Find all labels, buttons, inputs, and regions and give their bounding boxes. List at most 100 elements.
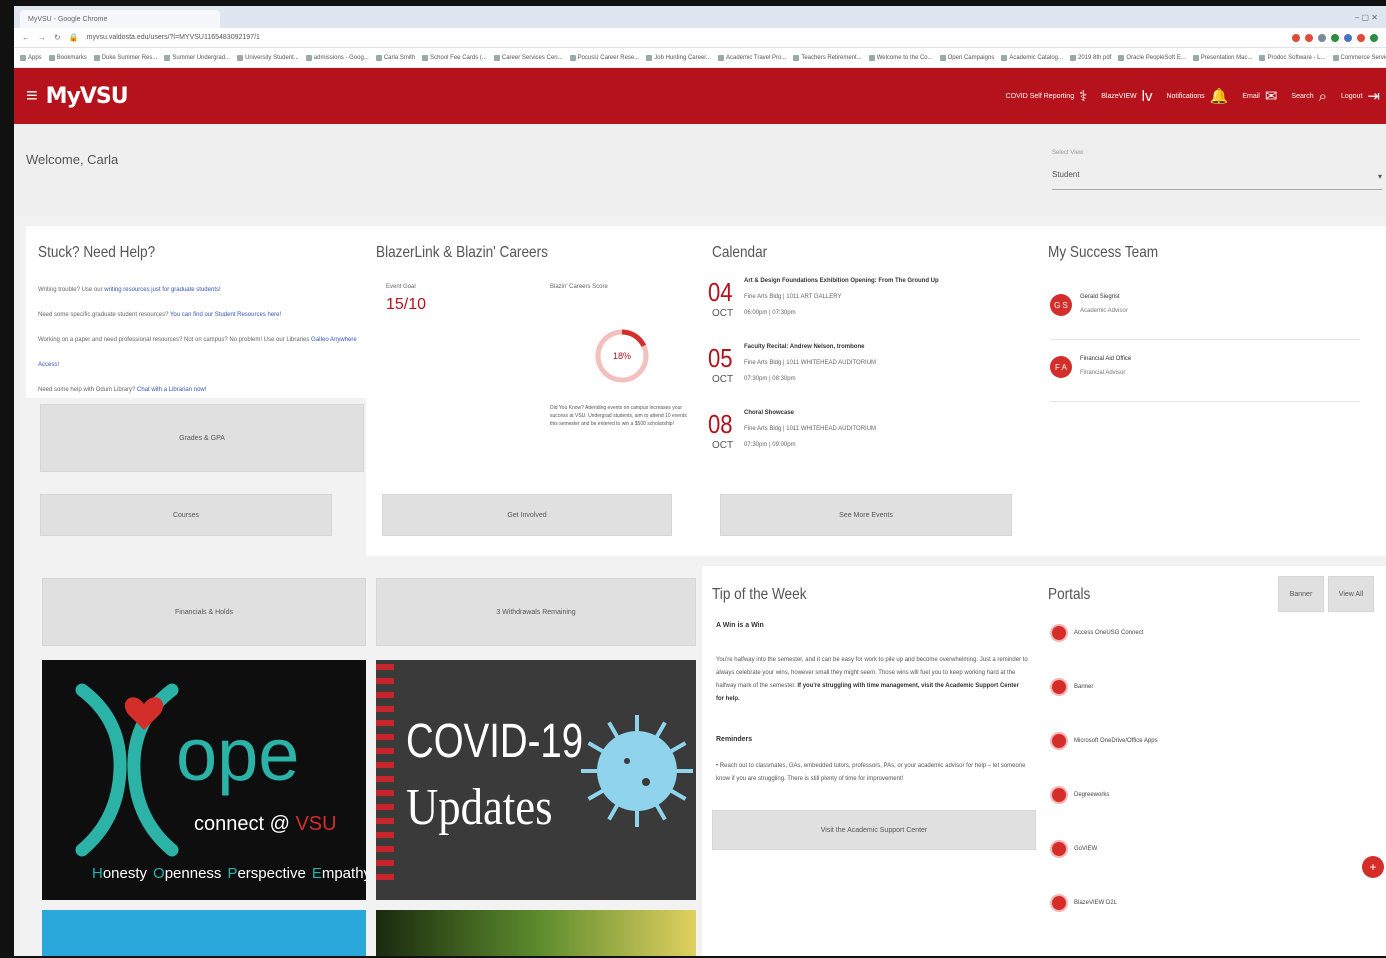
header-action-notifications[interactable]: Notifications 🔔 (1166, 89, 1228, 104)
forward-arrow-icon[interactable]: → (38, 33, 46, 42)
bookmark-item[interactable]: Duke Summer Res... (94, 55, 158, 61)
hope-logo: ope connect @ VSU Honesty Openness Perspec… (75, 683, 366, 882)
view-select[interactable]: Select View Student ▾ (1052, 150, 1382, 190)
member-role: Academic Advisor (1080, 308, 1128, 314)
bookmark-item[interactable]: Commerce Service... (1333, 55, 1386, 61)
browser-tabbar: MyVSU - Google Chrome – ▢ ✕ (14, 6, 1386, 28)
help-line-link[interactable]: You can find our Student Resources here! (170, 312, 281, 318)
portal-item[interactable]: BlazeVIEW D2L (1052, 896, 1117, 910)
bookmark-item[interactable]: PocusU Career Rese... (570, 55, 640, 61)
myvsu-logo[interactable]: MyVSU (46, 84, 129, 109)
bookmark-item[interactable]: Summer Undergrad... (164, 55, 230, 61)
bookmark-item[interactable]: Prodoc Software - L... (1259, 55, 1325, 61)
virus-spike (668, 788, 687, 801)
bookmark-item[interactable]: 2019 8th pdf (1070, 55, 1111, 61)
grades-gpa-button[interactable]: Grades & GPA (40, 404, 364, 472)
header-actions: COVID Self Reporting ⚕ BlazeVIEW lv Notifica… (1006, 89, 1380, 104)
bookmark-item[interactable]: Carla Smith (376, 55, 415, 61)
bookmark-item[interactable]: Academic Catalog... (1001, 55, 1063, 61)
virus-spike (654, 802, 667, 821)
degreeworks-icon (1052, 788, 1066, 802)
financials-holds-button[interactable]: Financials & Holds (42, 578, 366, 646)
portal-item[interactable]: GoVIEW (1052, 842, 1097, 856)
decorative-stripe (376, 706, 394, 712)
hope-connect-tile[interactable]: ope connect @ VSU Honesty Openness Perspec… (42, 660, 366, 900)
add-fab-button[interactable]: + (1362, 856, 1384, 878)
bookmark-item[interactable]: Academic Travel Pro... (718, 55, 786, 61)
virus-spike (587, 788, 606, 801)
hope-value-initial: O (153, 865, 165, 882)
see-more-events-button[interactable]: See More Events (720, 494, 1012, 536)
header-action-logout[interactable]: Logout ⇥ (1341, 89, 1380, 104)
covid-updates-tile[interactable]: COVID-19 Updates (376, 660, 696, 900)
hamburger-menu-icon[interactable]: ≡ (26, 85, 38, 108)
virus-body (597, 731, 677, 811)
header-action-label: Search (1291, 92, 1314, 100)
header-action-email[interactable]: Email ✉ (1242, 89, 1277, 104)
bookmark-item[interactable]: Apps (20, 55, 42, 61)
team-member[interactable]: G S Gerald Siegrist Academic Advisor (1050, 284, 1360, 340)
event-day: 05 (708, 343, 733, 373)
back-arrow-icon[interactable]: ← (22, 33, 30, 42)
portal-item[interactable]: Access OneUSG Connect (1052, 626, 1143, 640)
reload-icon[interactable]: ↻ (54, 33, 61, 42)
bookmark-item[interactable]: Bookmarks (49, 55, 87, 61)
tip-subtitle: A Win is a Win (716, 622, 764, 629)
bookmark-item[interactable]: Career Services Cen... (494, 55, 563, 61)
header-action-covid-self-reporting[interactable]: COVID Self Reporting ⚕ (1006, 89, 1088, 104)
get-involved-button[interactable]: Get Involved (382, 494, 672, 536)
bookmark-item[interactable]: Job Hunting Career... (646, 55, 711, 61)
header-action-blazeview[interactable]: BlazeVIEW lv (1101, 89, 1152, 104)
calendar-event[interactable]: 05 OCT Faculty Recital: Andrew Nelson, tro… (708, 344, 1028, 404)
help-line-link[interactable]: Chat with a Librarian now! (137, 387, 206, 393)
decorative-stripe (376, 678, 394, 684)
bookmark-item[interactable]: admissions - Goog... (306, 55, 369, 61)
header-action-search[interactable]: Search ⌕ (1291, 89, 1327, 104)
bookmark-item[interactable]: Presentation Mac... (1193, 55, 1253, 61)
success-team-title: My Success Team (1048, 244, 1159, 261)
extension-icon[interactable] (1292, 33, 1300, 42)
bookmark-item[interactable]: Welcome to the Co... (869, 55, 933, 61)
help-line-text: Writing trouble? Use our (38, 287, 105, 293)
calendar-event[interactable]: 08 OCT Choral Showcase Fine Arts Bldg | 101… (708, 410, 1028, 470)
event-month: OCT (712, 440, 734, 451)
team-member[interactable]: F A Financial Aid Office Financial Advisor (1050, 346, 1360, 402)
careers-score-gauge: 18% (595, 329, 649, 383)
extension-icon[interactable] (1331, 33, 1339, 42)
extension-icon[interactable] (1357, 33, 1365, 42)
portal-item[interactable]: Banner (1052, 680, 1093, 694)
caret-down-icon: ▾ (1377, 172, 1382, 181)
bookmark-item[interactable]: Teachers Retirement... (793, 55, 861, 61)
url-field[interactable]: myvsu.valdosta.edu/users/?l=MYVSU1165483… (87, 34, 260, 41)
hope-connect-text: connect @ VSU (194, 813, 337, 835)
hope-value-initial: H (92, 865, 103, 882)
tile-bottom-left[interactable] (42, 910, 366, 956)
bookmark-item[interactable]: Open Campaigns (940, 55, 995, 61)
bookmark-item[interactable]: School Fee Cards (... (422, 55, 487, 61)
withdrawals-button[interactable]: 3 Withdrawals Remaining (376, 578, 696, 646)
banner-button[interactable]: Banner (1278, 576, 1324, 612)
extension-icon[interactable] (1305, 33, 1313, 42)
extension-icon[interactable] (1370, 33, 1378, 42)
extension-icon[interactable] (1318, 33, 1326, 42)
view-select-value: Student (1052, 170, 1080, 179)
portal-label: Microsoft OneDrive/Office Apps (1074, 738, 1158, 744)
bookmark-item[interactable]: Oracle PeopleSoft E... (1118, 55, 1185, 61)
portal-item[interactable]: Degreeworks (1052, 788, 1109, 802)
help-line-link[interactable]: writing resources just for graduate stud… (104, 287, 220, 293)
visit-academic-support-button[interactable]: Visit the Academic Support Center (712, 810, 1036, 850)
browser-tab[interactable]: MyVSU - Google Chrome (20, 10, 220, 28)
portal-label: Access OneUSG Connect (1074, 630, 1144, 636)
window-controls[interactable]: – ▢ ✕ (1355, 13, 1378, 22)
hope-value-initial: E (312, 865, 322, 882)
decorative-stripe (376, 734, 394, 740)
app-header: ≡ MyVSU COVID Self Reporting ⚕ BlazeVIEW lv… (14, 68, 1386, 124)
bookmark-item[interactable]: University Student... (237, 55, 299, 61)
courses-button[interactable]: Courses (40, 494, 332, 536)
hope-value-rest: penness (165, 865, 222, 882)
view-all-button[interactable]: View All (1328, 576, 1374, 612)
tile-bottom-right[interactable] (376, 910, 696, 956)
portal-item[interactable]: Microsoft OneDrive/Office Apps (1052, 734, 1158, 748)
calendar-event[interactable]: 04 OCT Art & Design Foundations Exhibition… (708, 278, 1028, 338)
extension-icon[interactable] (1344, 33, 1352, 42)
